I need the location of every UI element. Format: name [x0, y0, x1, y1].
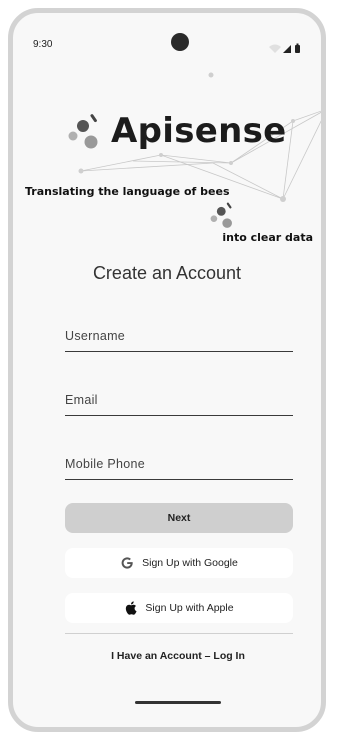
email-input[interactable]: [65, 393, 293, 407]
bee-dots-small-icon: [210, 202, 232, 228]
phone-frame: 9:30 Apisense Translating the language o…: [8, 8, 326, 732]
next-button[interactable]: Next: [65, 503, 293, 533]
login-link[interactable]: I Have an Account – Log In: [13, 650, 321, 662]
phone-field[interactable]: [65, 449, 293, 480]
email-field[interactable]: [65, 385, 293, 416]
page-title: Create an Account: [92, 263, 242, 283]
google-signup-button[interactable]: Sign Up with Google: [65, 548, 293, 578]
next-button-label: Next: [167, 512, 191, 524]
username-field[interactable]: [65, 321, 293, 352]
phone-input[interactable]: [65, 457, 293, 471]
tagline-line-1: Translating the language of bees: [25, 185, 230, 198]
brand-name: Apisense: [111, 111, 287, 151]
divider: [65, 633, 293, 634]
apple-signup-button[interactable]: Sign Up with Apple: [65, 593, 293, 623]
apple-icon: [124, 601, 137, 615]
bee-dots-logo-icon: [68, 114, 98, 149]
home-indicator[interactable]: [135, 701, 221, 704]
google-signup-label: Sign Up with Google: [142, 557, 238, 569]
apple-signup-label: Sign Up with Apple: [145, 602, 234, 614]
username-input[interactable]: [65, 329, 293, 343]
google-icon: [120, 556, 134, 570]
tagline-line-2: into clear data: [222, 231, 313, 244]
brand-header: Apisense: [65, 109, 287, 153]
